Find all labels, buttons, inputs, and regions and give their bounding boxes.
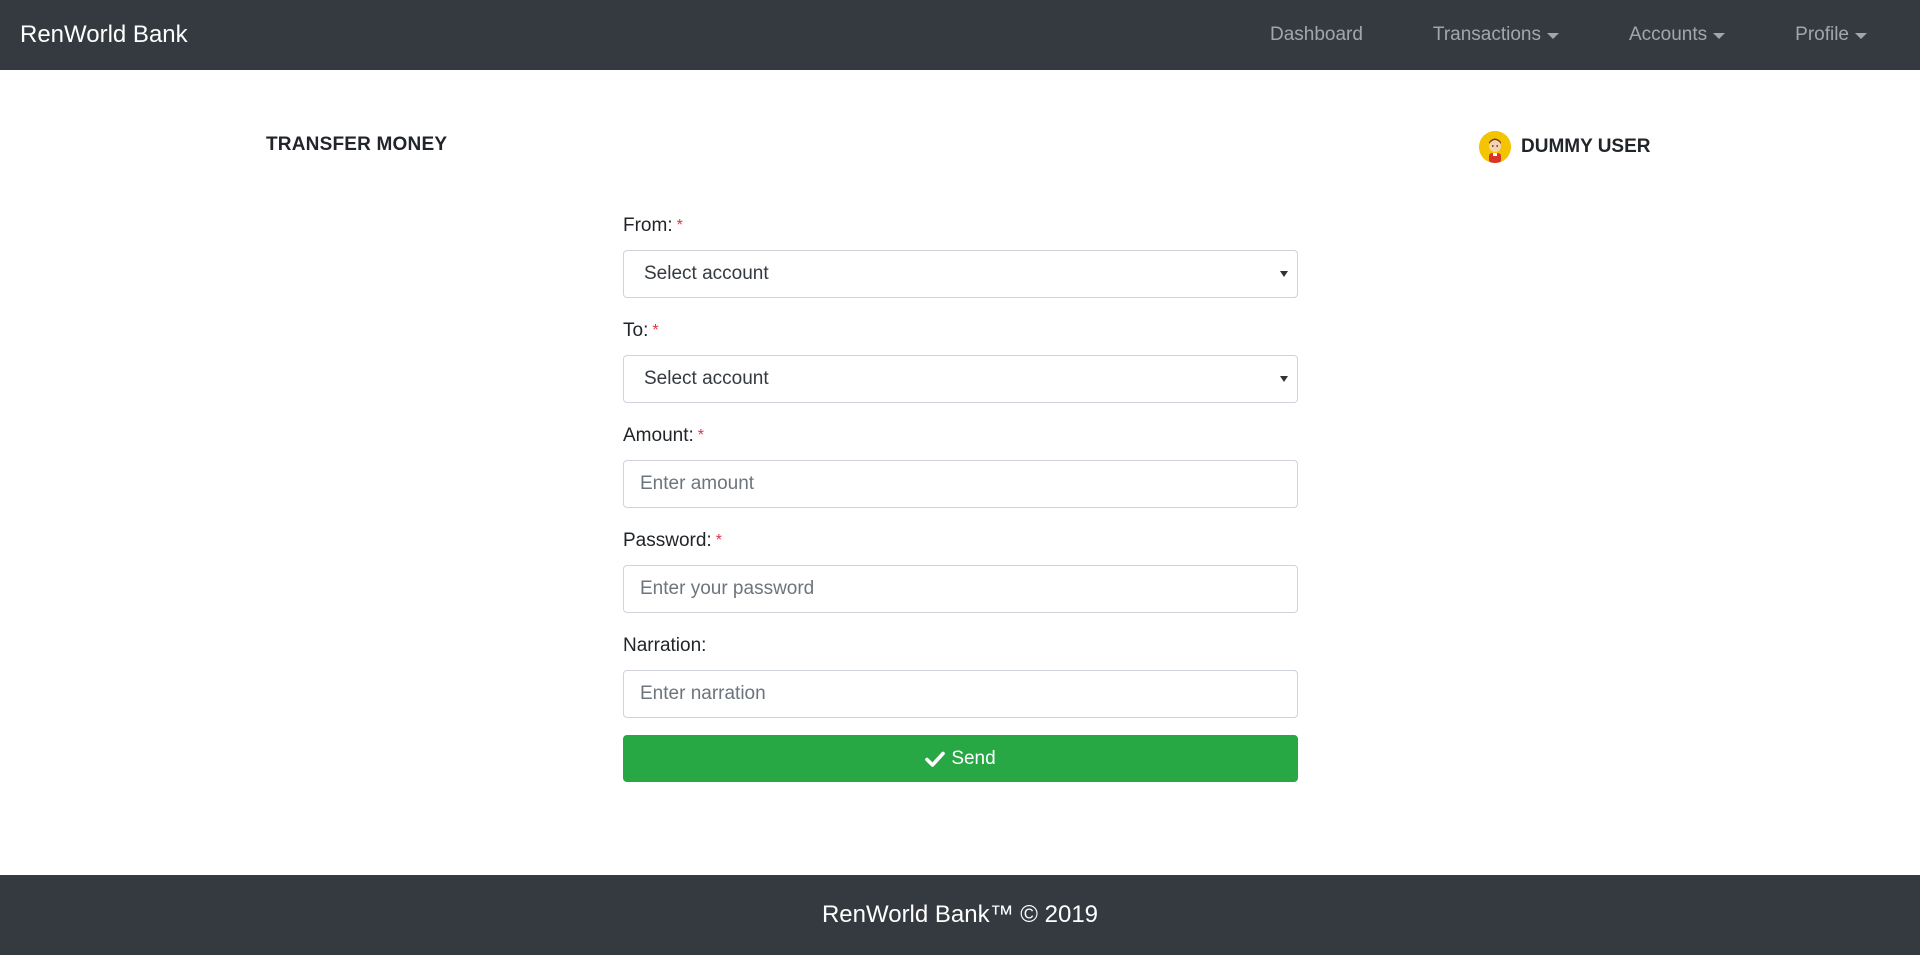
nav-item-profile[interactable]: Profile: [1795, 24, 1867, 46]
nav-item-label: Dashboard: [1269, 24, 1363, 45]
to-account-value: Select account: [644, 368, 769, 389]
nav-item-dashboard[interactable]: Dashboard: [1270, 24, 1363, 46]
caret-down-icon: [1546, 33, 1559, 39]
check-icon: [925, 751, 946, 767]
caret-down-icon: [1855, 33, 1867, 39]
amount-input[interactable]: [623, 460, 1298, 508]
nav-item-transactions[interactable]: Transactions: [1433, 24, 1559, 46]
required-marker: *: [715, 532, 722, 549]
nav-menu: Dashboard Transactions Accounts Profile: [1200, 0, 1900, 70]
amount-label: Amount: *: [623, 422, 1298, 450]
send-button[interactable]: Send: [623, 735, 1298, 782]
from-account-select[interactable]: Select account: [623, 250, 1298, 298]
top-navbar: RenWorld Bank Dashboard Transactions Acc…: [0, 0, 1920, 70]
password-input[interactable]: [623, 565, 1298, 613]
to-label-text: To:: [623, 320, 649, 341]
nav-item-label: Transactions: [1432, 24, 1541, 45]
from-label: From: *: [623, 212, 1298, 240]
narration-label-text: Narration:: [623, 635, 707, 656]
required-marker: *: [697, 427, 704, 444]
password-label: Password: *: [623, 527, 1298, 555]
password-label-text: Password:: [623, 530, 712, 551]
nav-item-label: Accounts: [1628, 24, 1708, 45]
select-arrow-icon: [1280, 376, 1288, 382]
narration-input[interactable]: [623, 670, 1298, 718]
footer: RenWorld Bank™ © 2019: [0, 875, 1920, 955]
page-title: TRANSFER MONEY: [266, 134, 448, 155]
user-avatar-icon: [1479, 131, 1511, 163]
nav-item-accounts[interactable]: Accounts: [1628, 24, 1726, 46]
user-info: DUMMY USER: [1479, 131, 1651, 163]
caret-down-icon: [1713, 33, 1726, 39]
footer-text: RenWorld Bank™ © 2019: [821, 901, 1099, 928]
to-label: To: *: [623, 317, 1298, 345]
narration-label: Narration:: [623, 632, 1298, 660]
required-marker: *: [652, 322, 659, 339]
from-label-text: From:: [623, 215, 673, 236]
send-button-label: Send: [951, 747, 996, 769]
user-name: DUMMY USER: [1521, 136, 1651, 157]
amount-label-text: Amount:: [623, 425, 694, 446]
from-account-value: Select account: [644, 263, 769, 284]
select-arrow-icon: [1280, 271, 1288, 277]
nav-item-label: Profile: [1795, 24, 1849, 45]
to-account-select[interactable]: Select account: [623, 355, 1298, 403]
brand-link[interactable]: RenWorld Bank: [20, 21, 188, 49]
transfer-form: From: * Select account To: * Select accoun…: [623, 212, 1298, 782]
required-marker: *: [676, 217, 683, 234]
